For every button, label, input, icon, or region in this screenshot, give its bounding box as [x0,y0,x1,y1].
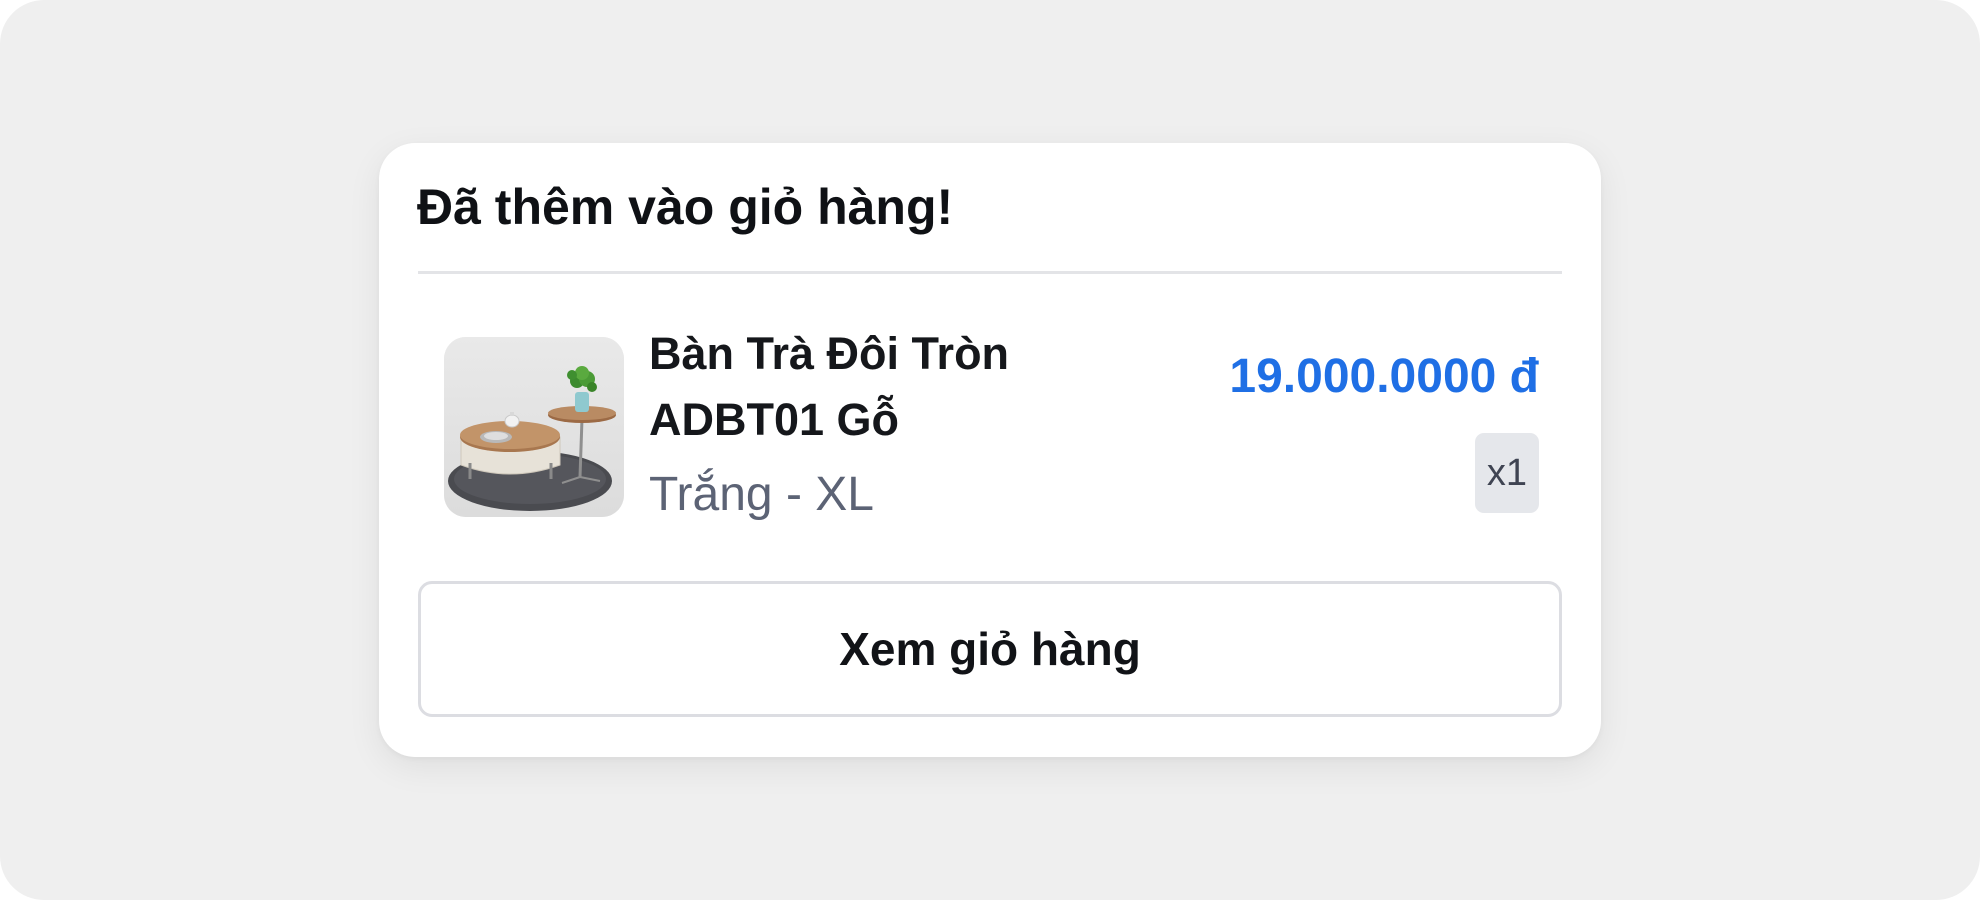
view-cart-button[interactable]: Xem giỏ hàng [418,581,1562,717]
product-name[interactable]: Bàn Trà Đôi Tròn ADBT01 Gỗ [649,321,1069,453]
page-background: Đã thêm vào giỏ hàng! Bàn Trà Đôi Tròn A… [0,0,1980,900]
product-price: 19.000.0000 đ [1229,350,1539,403]
product-image [444,337,624,517]
quantity-badge: x1 [1475,433,1539,513]
product-variant: Trắng - XL [649,468,874,521]
added-to-cart-popup: Đã thêm vào giỏ hàng! Bàn Trà Đôi Tròn A… [379,143,1601,757]
